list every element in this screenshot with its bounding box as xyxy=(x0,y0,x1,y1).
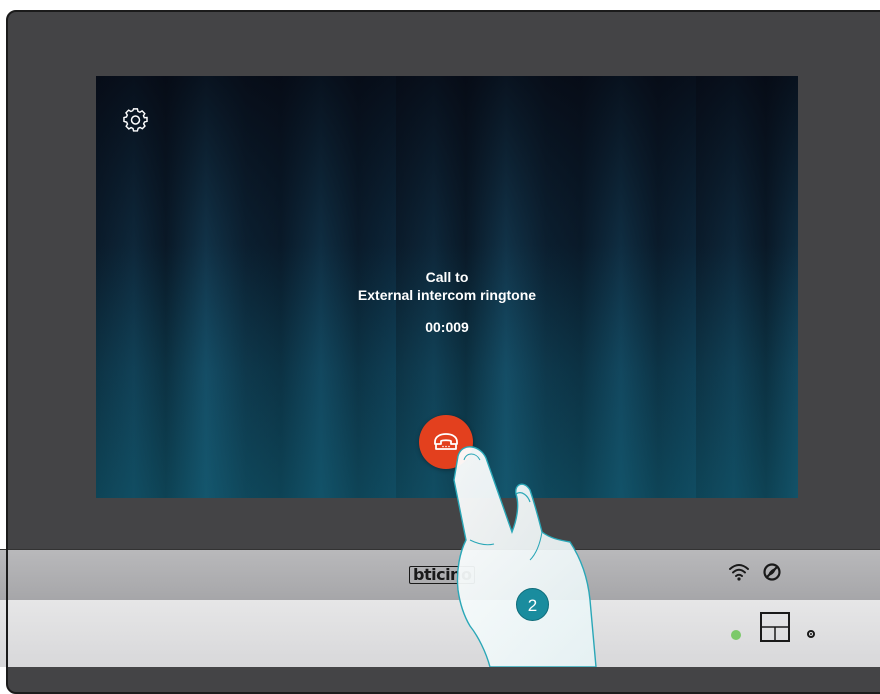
step-badge: 2 xyxy=(516,588,549,621)
mute-icon xyxy=(762,562,782,587)
call-target: External intercom ringtone xyxy=(357,287,537,303)
call-info: Call to External intercom ringtone 00:00… xyxy=(96,268,798,336)
call-timer: 00:009 xyxy=(425,319,469,335)
device-frame-edge xyxy=(6,549,8,667)
status-led xyxy=(731,630,741,640)
microphone-icon xyxy=(807,630,815,638)
keypad-icon[interactable] xyxy=(760,612,790,642)
hand-pointer-illustration xyxy=(420,420,620,668)
call-to-label: Call to xyxy=(425,269,469,285)
gear-icon[interactable] xyxy=(123,107,149,133)
wifi-icon xyxy=(728,562,750,587)
